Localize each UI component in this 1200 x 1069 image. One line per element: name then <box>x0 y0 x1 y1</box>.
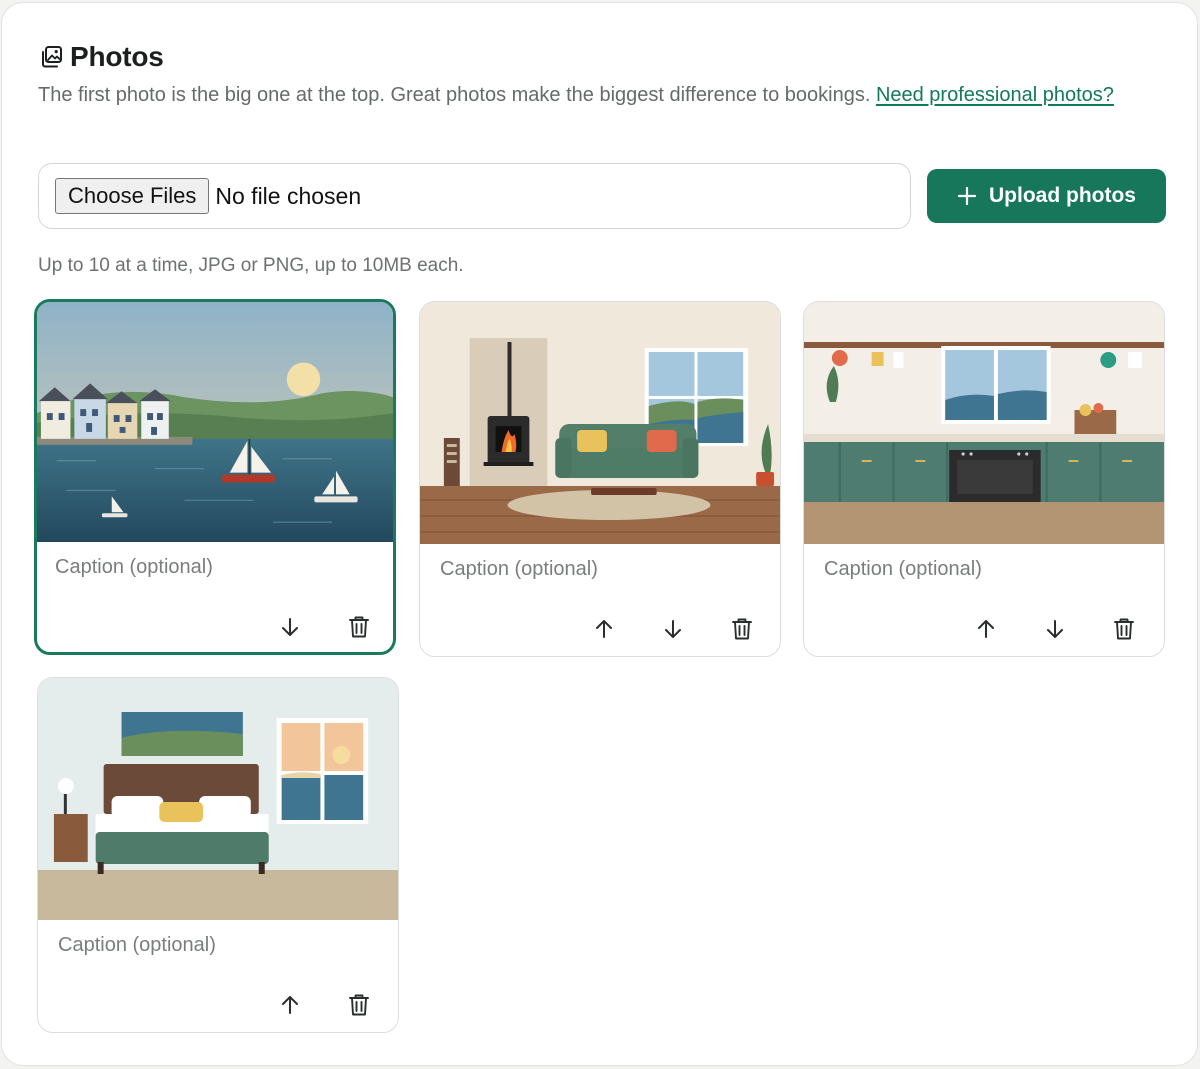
caption-input[interactable] <box>58 934 378 957</box>
trash-icon <box>732 618 752 640</box>
delete-button[interactable] <box>725 612 759 646</box>
upload-photos-button[interactable]: Upload photos <box>927 169 1166 223</box>
photo-card-1[interactable] <box>34 299 396 655</box>
arrow-up-icon <box>978 620 994 638</box>
arrow-up-icon <box>596 620 612 638</box>
caption-input[interactable] <box>55 556 375 579</box>
photo-card-3[interactable] <box>803 301 1165 657</box>
section-description: The first photo is the big one at the to… <box>38 79 1168 111</box>
trash-icon <box>1114 618 1134 640</box>
delete-button[interactable] <box>342 988 376 1022</box>
delete-button[interactable] <box>342 610 376 644</box>
file-status: No file chosen <box>215 182 362 209</box>
delete-button[interactable] <box>1107 612 1141 646</box>
file-input[interactable]: Choose Files No file chosen <box>38 163 911 229</box>
professional-photos-link[interactable]: Need professional photos? <box>876 84 1114 106</box>
choose-files-button[interactable]: Choose Files <box>55 178 210 214</box>
plus-icon <box>957 186 977 206</box>
photos-icon <box>42 46 62 68</box>
arrow-down-icon <box>665 620 681 638</box>
photo-thumbnail[interactable] <box>38 678 398 920</box>
move-up-button[interactable] <box>587 612 621 646</box>
description-text: The first photo is the big one at the to… <box>38 84 871 106</box>
photo-thumbnail[interactable] <box>804 302 1164 544</box>
page-title: Photos <box>70 41 164 72</box>
trash-icon <box>349 616 369 638</box>
arrow-up-icon <box>282 996 298 1014</box>
trash-icon <box>349 994 369 1016</box>
photo-card-4[interactable] <box>37 677 399 1033</box>
upload-hint: Up to 10 at a time, JPG or PNG, up to 10… <box>38 255 464 276</box>
upload-button-label: Upload photos <box>989 184 1136 207</box>
move-up-button[interactable] <box>969 612 1003 646</box>
caption-input[interactable] <box>824 558 1144 581</box>
photo-thumbnail[interactable] <box>37 302 393 542</box>
move-down-button[interactable] <box>1038 612 1072 646</box>
caption-input[interactable] <box>440 558 760 581</box>
move-down-button[interactable] <box>273 610 307 644</box>
move-down-button[interactable] <box>656 612 690 646</box>
section-header: Photos <box>38 41 164 73</box>
arrow-down-icon <box>1047 620 1063 638</box>
photo-card-2[interactable] <box>419 301 781 657</box>
arrow-down-icon <box>282 618 298 636</box>
photos-panel: Photos The first photo is the big one at… <box>1 2 1198 1066</box>
photo-thumbnail[interactable] <box>420 302 780 544</box>
move-up-button[interactable] <box>273 988 307 1022</box>
